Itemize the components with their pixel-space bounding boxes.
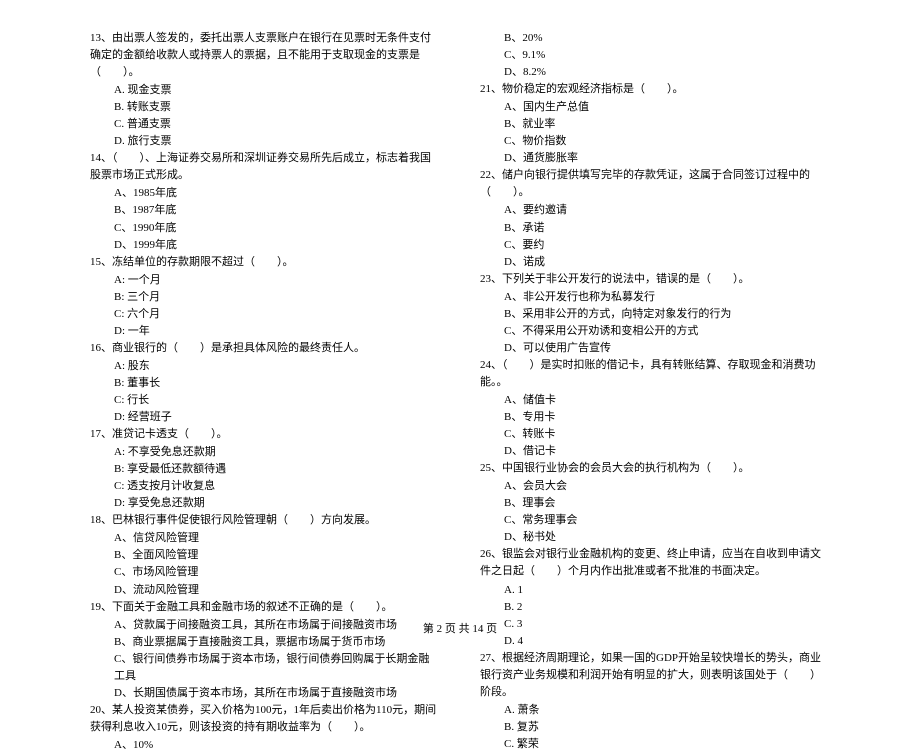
option-line: C: 透支按月计收复息 <box>90 478 440 495</box>
option-line: A、会员大会 <box>480 478 830 495</box>
option-line: C、要约 <box>480 237 830 254</box>
question-line: 24、（ ）是实时扣账的借记卡，具有转账结算、存取现金和消费功能。。 <box>480 357 830 391</box>
question-line: 25、中国银行业协会的会员大会的执行机构为（ ）。 <box>480 460 830 477</box>
question-line: 26、银监会对银行业金融机构的变更、终止申请，应当在自收到申请文件之日起（ ）个… <box>480 546 830 580</box>
question-line: 21、物价稳定的宏观经济指标是（ ）。 <box>480 81 830 98</box>
option-line: D、8.2% <box>480 64 830 81</box>
option-line: A. 萧条 <box>480 702 830 719</box>
question-line: 14、（ ）、上海证券交易所和深圳证券交易所先后成立，标志着我国股票市场正式形成… <box>90 150 440 184</box>
option-line: C: 行长 <box>90 392 440 409</box>
option-line: C、不得采用公开劝诱和变相公开的方式 <box>480 323 830 340</box>
option-line: B、采用非公开的方式，向特定对象发行的行为 <box>480 306 830 323</box>
option-line: D、诺成 <box>480 254 830 271</box>
option-line: D: 享受免息还款期 <box>90 495 440 512</box>
option-line: D、可以使用广告宣传 <box>480 340 830 357</box>
option-line: C、1990年底 <box>90 220 440 237</box>
option-line: D、长期国债属于资本市场，其所在市场属于直接融资市场 <box>90 685 440 702</box>
option-line: A、要约邀请 <box>480 202 830 219</box>
question-line: 23、下列关于非公开发行的说法中，错误的是（ ）。 <box>480 271 830 288</box>
option-line: A、国内生产总值 <box>480 99 830 116</box>
question-line: 27、根据经济周期理论，如果一国的GDP开始呈较快增长的势头，商业银行资产业务规… <box>480 650 830 701</box>
option-line: B. 复苏 <box>480 719 830 736</box>
option-line: A、1985年底 <box>90 185 440 202</box>
option-line: B、1987年底 <box>90 202 440 219</box>
question-line: 15、冻结单位的存款期限不超过（ ）。 <box>90 254 440 271</box>
option-line: D、流动风险管理 <box>90 582 440 599</box>
option-line: B: 三个月 <box>90 289 440 306</box>
option-line: A: 一个月 <box>90 272 440 289</box>
page-footer: 第 2 页 共 14 页 <box>0 620 920 636</box>
question-line: 17、准贷记卡透支（ ）。 <box>90 426 440 443</box>
option-line: C、市场风险管理 <box>90 564 440 581</box>
option-line: A. 1 <box>480 582 830 599</box>
option-line: A、10% <box>90 737 440 754</box>
question-line: 20、某人投资某债券，买入价格为100元，1年后卖出价格为110元，期间获得利息… <box>90 702 440 736</box>
option-line: C、转账卡 <box>480 426 830 443</box>
option-line: C. 普通支票 <box>90 116 440 133</box>
option-line: A. 现金支票 <box>90 82 440 99</box>
question-line: 19、下面关于金融工具和金融市场的叙述不正确的是（ ）。 <box>90 599 440 616</box>
option-line: C、常务理事会 <box>480 512 830 529</box>
option-line: D、借记卡 <box>480 443 830 460</box>
option-line: D: 经营班子 <box>90 409 440 426</box>
option-line: D: 一年 <box>90 323 440 340</box>
option-line: D、1999年底 <box>90 237 440 254</box>
option-line: C、9.1% <box>480 47 830 64</box>
option-line: A: 股东 <box>90 358 440 375</box>
option-line: A、信贷风险管理 <box>90 530 440 547</box>
option-line: B、商业票据属于直接融资工具，票据市场属于货币市场 <box>90 634 440 651</box>
option-line: B: 董事长 <box>90 375 440 392</box>
question-line: 16、商业银行的（ ）是承担具体风险的最终责任人。 <box>90 340 440 357</box>
option-line: A、储值卡 <box>480 392 830 409</box>
option-line: B. 转账支票 <box>90 99 440 116</box>
question-line: 13、由出票人签发的，委托出票人支票账户在银行在见票时无条件支付确定的金额给收款… <box>90 30 440 81</box>
option-line: B、理事会 <box>480 495 830 512</box>
option-line: B、20% <box>480 30 830 47</box>
option-line: D、通货膨胀率 <box>480 150 830 167</box>
content-columns: 13、由出票人签发的，委托出票人支票账户在银行在见票时无条件支付确定的金额给收款… <box>90 30 830 610</box>
right-column: B、20%C、9.1%D、8.2%21、物价稳定的宏观经济指标是（ ）。A、国内… <box>480 30 830 610</box>
option-line: C、物价指数 <box>480 133 830 150</box>
option-line: B、专用卡 <box>480 409 830 426</box>
question-line: 22、储户向银行提供填写完毕的存款凭证，这属于合同签订过程中的（ ）。 <box>480 167 830 201</box>
option-line: B、承诺 <box>480 220 830 237</box>
left-column: 13、由出票人签发的，委托出票人支票账户在银行在见票时无条件支付确定的金额给收款… <box>90 30 440 610</box>
option-line: C. 繁荣 <box>480 736 830 753</box>
option-line: D. 旅行支票 <box>90 133 440 150</box>
option-line: B. 2 <box>480 599 830 616</box>
option-line: B、全面风险管理 <box>90 547 440 564</box>
option-line: A: 不享受免息还款期 <box>90 444 440 461</box>
question-line: 18、巴林银行事件促使银行风险管理朝（ ）方向发展。 <box>90 512 440 529</box>
option-line: C、银行间债券市场属于资本市场，银行间债券回购属于长期金融工具 <box>90 651 440 685</box>
option-line: B: 享受最低还款额待遇 <box>90 461 440 478</box>
option-line: D、秘书处 <box>480 529 830 546</box>
option-line: C: 六个月 <box>90 306 440 323</box>
option-line: B、就业率 <box>480 116 830 133</box>
option-line: A、非公开发行也称为私募发行 <box>480 289 830 306</box>
